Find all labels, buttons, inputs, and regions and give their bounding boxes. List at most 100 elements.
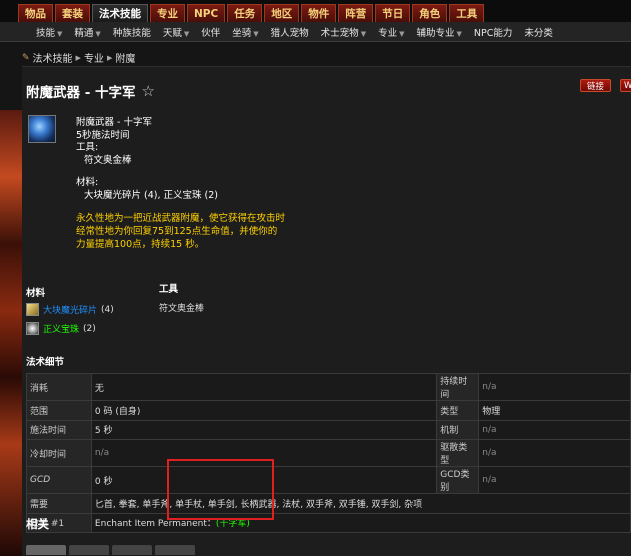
cell-label: 驱散类型 bbox=[436, 439, 480, 467]
more-button[interactable]: W bbox=[620, 79, 631, 92]
subnav-item-label: 天赋 bbox=[162, 27, 182, 39]
main-content: 附魔武器 - 十字军 ☆ 链接 W 附魔武器 - 十字军 5秒施法时间 工具: … bbox=[22, 66, 631, 556]
chevron-down-icon: ▼ bbox=[183, 29, 190, 38]
cell-label: 冷却时间 bbox=[26, 439, 92, 467]
subnav-item-label: 精通 bbox=[74, 27, 94, 39]
breadcrumb-item-spells[interactable]: 法术技能 bbox=[33, 50, 73, 65]
requires-value: 匕首, 拳套, 单手斧, 单手杖, 单手剑, 长柄武器, 法杖, 双手斧, 双手… bbox=[90, 493, 631, 514]
cell-value: 0 秒 bbox=[90, 466, 438, 494]
subnav-item-label: NPC能力 bbox=[473, 27, 513, 39]
spell-details-header: 法术细节 bbox=[26, 357, 65, 368]
related-tab[interactable] bbox=[112, 545, 152, 555]
tooltip-name: 附魔武器 - 十字军 bbox=[76, 117, 152, 128]
page-title: 附魔武器 - 十字军 bbox=[26, 85, 136, 101]
chevron-down-icon: ▼ bbox=[456, 29, 462, 38]
subnav-item-label: 专业 bbox=[378, 27, 398, 39]
breadcrumb-item-profession[interactable]: 专业 bbox=[84, 50, 104, 65]
subnav-item-label: 未分类 bbox=[524, 27, 553, 39]
nav-tab[interactable]: 法术技能 bbox=[92, 4, 148, 22]
related-header: 相关 bbox=[26, 517, 49, 531]
cell-label: 类型 bbox=[436, 400, 480, 421]
subnav-item[interactable]: 技能 ▼ bbox=[30, 25, 68, 39]
table-row: 范围 0 码 (自身) 类型 物理 bbox=[26, 400, 631, 421]
chevron-down-icon: ▼ bbox=[360, 29, 367, 38]
chevron-down-icon: ▼ bbox=[57, 29, 63, 38]
link-button[interactable]: 链接 bbox=[580, 79, 612, 92]
nav-tab[interactable]: 工具 bbox=[449, 4, 485, 22]
nav-tab[interactable]: 任务 bbox=[227, 4, 263, 22]
cell-value: n/a bbox=[478, 419, 631, 440]
cell-value: n/a bbox=[478, 466, 631, 494]
tooltip-reagents-label: 材料: bbox=[76, 177, 99, 188]
subnav-item-label: 伙伴 bbox=[201, 27, 221, 39]
material-row[interactable]: 正义宝珠 (2) bbox=[26, 322, 96, 335]
related-tab[interactable] bbox=[155, 545, 195, 555]
table-row: 消耗无持续时间 n/a bbox=[26, 373, 631, 401]
title-row: 附魔武器 - 十字军 ☆ bbox=[26, 81, 155, 101]
subnav-item[interactable]: 天赋 ▼ bbox=[157, 25, 195, 39]
spell-tooltip: 附魔武器 - 十字军 5秒施法时间 工具: 符文奥金棒 材料: 大块魔光碎片 (… bbox=[76, 117, 286, 251]
subnav-item[interactable]: 辅助专业 ▼ bbox=[410, 25, 467, 39]
cell-label: GCD类别 bbox=[436, 466, 480, 494]
side-artwork bbox=[0, 110, 22, 556]
cell-label: GCD bbox=[26, 466, 92, 494]
cell-value: 5 秒 bbox=[90, 419, 438, 440]
subnav-item[interactable]: 坐骑 ▼ bbox=[226, 25, 264, 39]
subnav-item[interactable]: 伙伴 bbox=[195, 25, 226, 39]
subnav-item[interactable]: 种族技能 bbox=[107, 25, 157, 39]
table-row: 需要 匕首, 拳套, 单手斧, 单手杖, 单手剑, 长柄武器, 法杖, 双手斧,… bbox=[26, 493, 631, 514]
top-nav: 物品 套装 法术技能 专业 NPC 任务 地区 物件 阵营 节日 角色 工具 bbox=[0, 0, 631, 22]
cell-label: 机制 bbox=[436, 419, 480, 440]
related-tab[interactable] bbox=[69, 545, 109, 555]
chevron-down-icon: ▼ bbox=[253, 29, 259, 38]
subnav-item[interactable]: 术士宠物 ▼ bbox=[315, 25, 372, 39]
effect-value: Enchant Item Permanent：(十字军) bbox=[90, 512, 631, 533]
chevron-down-icon: ▼ bbox=[399, 29, 405, 38]
cell-value: n/a bbox=[90, 439, 438, 467]
spell-details-table: 消耗无持续时间 n/a 范围 0 码 (自身) 类型 物理 施法时间 5 秒机制 n/a 冷却时间… bbox=[26, 373, 631, 533]
effect-link[interactable]: (十字军) bbox=[216, 519, 250, 529]
requires-label: 需要 bbox=[26, 493, 92, 514]
nav-tab[interactable]: 套装 bbox=[55, 4, 90, 22]
related-tab[interactable] bbox=[26, 545, 66, 555]
material-name[interactable]: 大块魔光碎片 bbox=[43, 303, 97, 316]
nav-tab[interactable]: 节日 bbox=[375, 4, 411, 22]
tool-item[interactable]: 符文奥金棒 bbox=[159, 301, 204, 314]
nav-tab[interactable]: 地区 bbox=[264, 4, 300, 22]
subnav-item[interactable]: 未分类 bbox=[518, 25, 559, 39]
cell-label: 消耗 bbox=[26, 373, 92, 401]
subnav-item[interactable]: 猎人宠物 bbox=[265, 25, 315, 39]
cell-label: 施法时间 bbox=[26, 419, 92, 440]
nav-tab[interactable]: 物件 bbox=[301, 4, 337, 22]
nav-tab[interactable]: 阵营 bbox=[338, 4, 374, 22]
subnav-item-label: 坐骑 bbox=[232, 27, 252, 39]
nav-tab[interactable]: 专业 bbox=[150, 4, 185, 22]
cell-label: 持续时间 bbox=[436, 373, 480, 401]
shard-icon bbox=[26, 303, 39, 316]
material-row[interactable]: 大块魔光碎片 (4) bbox=[26, 303, 114, 316]
subnav-item[interactable]: NPC能力 bbox=[468, 25, 518, 39]
table-row: GCD 0 秒 GCD类别 n/a bbox=[26, 466, 631, 494]
nav-tab[interactable]: NPC bbox=[187, 4, 226, 22]
subnav-item[interactable]: 精通 ▼ bbox=[68, 25, 106, 39]
materials-header: 材料 bbox=[26, 288, 46, 299]
subnav-item[interactable]: 专业 ▼ bbox=[372, 25, 410, 39]
nav-tab[interactable]: 物品 bbox=[18, 4, 53, 22]
cell-value: n/a bbox=[478, 373, 631, 401]
star-icon[interactable]: ☆ bbox=[142, 82, 155, 100]
tooltip-tool: 符文奥金棒 bbox=[84, 154, 132, 166]
related-tabs bbox=[26, 545, 195, 555]
spell-icon bbox=[28, 115, 56, 143]
breadcrumb-item-enchanting[interactable]: 附魔 bbox=[115, 50, 135, 65]
cell-value: 无 bbox=[90, 373, 438, 401]
subnav-item-label: 术士宠物 bbox=[320, 27, 359, 39]
cell-value: 物理 bbox=[478, 400, 631, 421]
cell-label: 范围 bbox=[26, 400, 92, 421]
material-name[interactable]: 正义宝珠 bbox=[43, 322, 79, 335]
nav-tab[interactable]: 角色 bbox=[412, 4, 448, 22]
subnav-item-label: 猎人宠物 bbox=[270, 27, 309, 39]
breadcrumb-icon: ✎ bbox=[22, 52, 30, 63]
tooltip-description: 永久性地为一把近战武器附魔，使它获得在攻击时经常性地为你回复75到125点生命值… bbox=[76, 213, 286, 250]
cell-value: n/a bbox=[478, 439, 631, 467]
material-count: (4) bbox=[101, 304, 114, 315]
